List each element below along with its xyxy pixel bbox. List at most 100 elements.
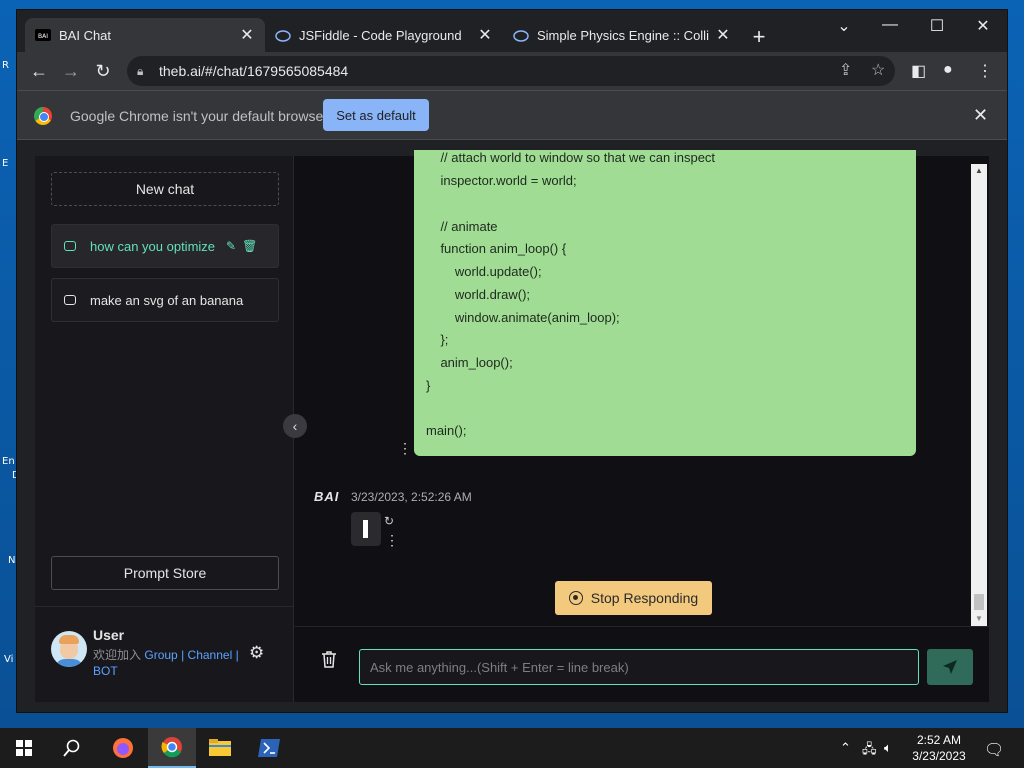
chat-bubble-icon [64,241,76,251]
user-panel: User 欢迎加入 Group | Channel | BOT ⚙ [35,606,294,702]
bai-chat-page: New chat how can you optimize ✎ 🗑︎ make … [35,150,989,702]
desktop-icon-label[interactable]: N [8,555,15,566]
bot-typing-bubble [351,512,381,546]
stop-responding-button[interactable]: Stop Responding [555,581,712,615]
close-tab-icon[interactable]: ✕ [239,25,255,45]
windows-logo-icon [16,740,32,756]
code-line: // animate [426,219,498,234]
chat-message-input[interactable] [359,649,919,685]
tab-search-icon[interactable]: ⌄ [829,16,859,36]
message-more-icon[interactable]: ⋮ [398,440,412,457]
bookmark-star-icon[interactable]: ☆ [871,60,885,80]
firefox-icon[interactable] [99,728,147,768]
set-as-default-button[interactable]: Set as default [323,99,429,131]
clear-chat-trash-icon[interactable] [321,650,337,673]
channel-link[interactable]: Channel [188,648,233,662]
volume-muted-icon[interactable]: 🔈︎ [884,740,892,756]
file-explorer-icon[interactable] [196,728,244,768]
default-browser-infobar: Google Chrome isn't your default browser… [17,90,1007,140]
desktop-icon-label[interactable]: R [2,60,9,71]
chat-item-label: make an svg of an banana [90,292,244,308]
avatar[interactable] [51,631,87,667]
menu-dots-icon[interactable]: ⋮ [977,61,993,81]
clock-time: 2:52 AM [916,733,962,747]
scroll-down-icon[interactable]: ▼ [971,612,987,626]
message-more-icon[interactable]: ⋮ [385,532,399,549]
prompt-store-button[interactable]: Prompt Store [51,556,279,590]
close-window-icon[interactable]: ✕ [968,16,998,36]
clock-date: 3/23/2023 [912,749,966,763]
close-tab-icon[interactable]: ✕ [715,25,731,45]
taskbar-clock[interactable]: 2:52 AM 3/23/2023 [906,732,972,764]
bot-link[interactable]: BOT [93,664,118,678]
lock-icon[interactable]: 🔒︎ [137,64,153,79]
code-line: }; [426,332,449,347]
tray-chevron-up-icon[interactable]: ⌃ [840,740,851,756]
refresh-icon[interactable]: ↻ [384,514,394,528]
close-tab-icon[interactable]: ✕ [477,25,493,45]
tab-strip: BAI BAI Chat ✕ JSFiddle - Code Playgroun… [17,10,1007,52]
stop-circle-icon [568,591,583,605]
desktop-icon-label[interactable]: E [2,158,8,169]
scroll-up-icon[interactable]: ▲ [971,164,987,178]
message-timestamp: 3/23/2023, 2:52:26 AM [351,490,472,504]
bai-favicon-icon: BAI [35,27,51,43]
notifications-icon[interactable]: 🗨︎ [984,740,1004,760]
network-icon[interactable]: 🖧︎ [862,740,877,762]
address-bar[interactable]: 🔒︎ theb.ai/#/chat/1679565085484 [127,56,895,86]
tab-jsfiddle[interactable]: JSFiddle - Code Playground ✕ [265,18,503,52]
delete-icon[interactable]: 🗑︎ [242,239,257,253]
desktop-icon-label[interactable]: Vi [4,654,13,665]
collapse-sidebar-button[interactable]: ‹ [283,414,307,438]
tab-physics-engine[interactable]: Simple Physics Engine :: Collision ✕ [503,18,741,52]
chat-main: // attach world to window so that we can… [295,150,989,702]
desktop-icon-label[interactable]: En [2,456,15,467]
chat-item-label: how can you optimize [90,238,216,254]
start-button[interactable] [0,728,48,768]
code-line: } [426,378,431,393]
chat-item[interactable]: make an svg of an banana [51,278,279,322]
tab-bai-chat[interactable]: BAI BAI Chat ✕ [25,18,265,52]
chat-item-active[interactable]: how can you optimize ✎ 🗑︎ [51,224,279,268]
user-links: 欢迎加入 Group | Channel | BOT [93,647,243,679]
svg-text:BAI: BAI [38,33,48,40]
group-link[interactable]: Group [144,648,177,662]
browser-toolbar: ← → ↻ 🔒︎ theb.ai/#/chat/1679565085484 ⇪ … [17,52,1007,90]
chat-input-bar [295,626,989,702]
minimize-icon[interactable]: — [875,16,905,34]
stop-label: Stop Responding [590,590,699,606]
chrome-logo-icon [34,107,52,125]
new-tab-icon[interactable]: + [747,24,771,50]
forward-icon[interactable]: → [59,60,83,82]
chat-sidebar: New chat how can you optimize ✎ 🗑︎ make … [35,156,294,702]
edit-icon[interactable]: ✎ [226,239,236,253]
side-panel-icon[interactable]: ◧ [911,61,926,81]
user-name: User [93,627,125,643]
close-infobar-icon[interactable]: ✕ [973,105,988,126]
share-icon[interactable]: ⇪ [839,60,852,80]
jsfiddle-favicon-icon [513,27,529,43]
profile-icon[interactable]: ● [943,61,953,79]
new-chat-button[interactable]: New chat [51,172,279,206]
chrome-window: BAI BAI Chat ✕ JSFiddle - Code Playgroun… [17,10,1007,712]
chrome-taskbar-icon[interactable] [148,728,196,768]
search-icon[interactable] [48,728,96,768]
back-icon[interactable]: ← [27,60,51,82]
welcome-text: 欢迎加入 [93,648,142,662]
powershell-icon[interactable] [245,728,293,768]
settings-gear-icon[interactable]: ⚙ [249,643,264,663]
chat-scrollbar[interactable]: ▲ ▼ [971,164,987,626]
link-separator: | [181,648,185,662]
code-line: world.draw(); [426,287,531,302]
code-line: inspector.world = world; [426,173,577,188]
code-line: world.update(); [426,264,542,279]
tab-title: JSFiddle - Code Playground [299,27,462,43]
send-button[interactable] [927,649,973,685]
tab-title: BAI Chat [59,27,112,43]
reload-icon[interactable]: ↻ [91,60,115,82]
scroll-thumb[interactable] [974,594,984,610]
infobar-message: Google Chrome isn't your default browser [70,108,328,124]
maximize-icon[interactable]: ☐ [922,16,952,36]
url-text[interactable]: theb.ai/#/chat/1679565085484 [159,63,348,79]
code-line: anim_loop(); [426,355,513,370]
